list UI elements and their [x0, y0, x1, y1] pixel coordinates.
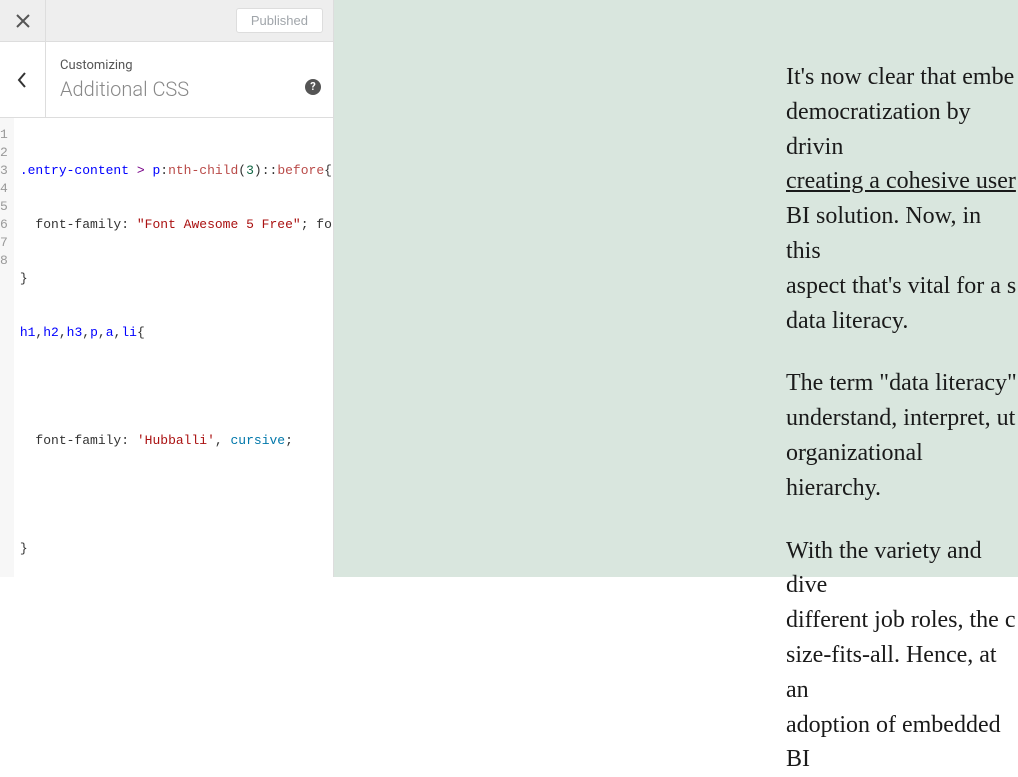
line-number: 5: [0, 198, 8, 216]
line-number: 7: [0, 234, 8, 252]
line-number: 6: [0, 216, 8, 234]
css-editor[interactable]: 1 2 3 4 5 6 7 8 .entry-content > p:nth-c…: [0, 118, 333, 577]
code-area[interactable]: .entry-content > p:nth-child(3)::before{…: [14, 118, 333, 577]
line-number: 4: [0, 180, 8, 198]
preview-link[interactable]: creating a cohesive user: [786, 168, 1016, 194]
publish-button[interactable]: Published: [236, 8, 323, 33]
close-icon: [16, 14, 30, 28]
help-cell: ?: [293, 65, 333, 95]
preview-content: It's now clear that embe democratization…: [334, 60, 1018, 777]
line-number: 1: [0, 126, 8, 144]
customizer-panel: Published Customizing Additional CSS ? 1…: [0, 0, 334, 577]
line-number: 2: [0, 144, 8, 162]
chevron-left-icon: [14, 71, 32, 89]
paragraph: With the variety and dive different job …: [786, 534, 1018, 777]
section-header: Customizing Additional CSS ?: [0, 42, 333, 118]
paragraph: It's now clear that embe democratization…: [786, 60, 1018, 338]
paragraph: The term "data literacy" understand, int…: [786, 366, 1018, 505]
section-titles: Customizing Additional CSS: [46, 46, 293, 113]
close-button[interactable]: [0, 0, 46, 41]
help-icon[interactable]: ?: [305, 79, 321, 95]
customizer-topbar: Published: [0, 0, 333, 42]
line-number: 8: [0, 252, 8, 270]
preview-pane[interactable]: It's now clear that embe democratization…: [334, 0, 1018, 577]
line-number: 3: [0, 162, 8, 180]
back-button[interactable]: [0, 42, 46, 117]
breadcrumb: Customizing: [60, 58, 279, 73]
line-gutter: 1 2 3 4 5 6 7 8: [0, 118, 14, 577]
section-title: Additional CSS: [60, 77, 279, 101]
